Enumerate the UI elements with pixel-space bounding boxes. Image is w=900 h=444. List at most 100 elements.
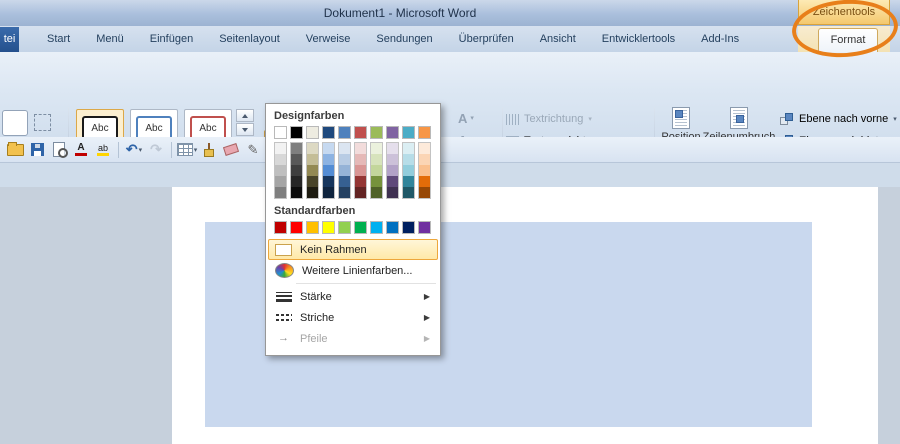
theme-color-swatch[interactable] — [322, 126, 335, 139]
tab-datei[interactable]: tei — [0, 27, 19, 52]
theme-variant-swatch[interactable] — [275, 143, 286, 154]
theme-variant-swatch[interactable] — [371, 176, 382, 187]
tab-berpr-fen[interactable]: Überprüfen — [446, 26, 527, 52]
theme-color-swatch[interactable] — [402, 126, 415, 139]
toolbar-eraser-button[interactable] — [220, 140, 242, 160]
toolbar-format-painter-button[interactable] — [198, 140, 220, 160]
theme-variant-swatch[interactable] — [275, 154, 286, 165]
theme-variant-swatch[interactable] — [339, 165, 350, 176]
theme-color-swatch[interactable] — [386, 126, 399, 139]
theme-color-swatch[interactable] — [418, 126, 431, 139]
theme-variant-swatch[interactable] — [403, 143, 414, 154]
theme-variant-swatch[interactable] — [339, 187, 350, 198]
theme-variant-swatch[interactable] — [387, 165, 398, 176]
tab-ansicht[interactable]: Ansicht — [527, 26, 589, 52]
standard-color-swatch[interactable] — [402, 221, 415, 234]
tab-verweise[interactable]: Verweise — [293, 26, 364, 52]
theme-color-swatch[interactable] — [274, 126, 287, 139]
menu-item-pfeile[interactable]: →Pfeile▶ — [268, 328, 438, 349]
theme-variant-swatch[interactable] — [371, 165, 382, 176]
theme-variant-swatch[interactable] — [355, 143, 366, 154]
theme-variant-swatch[interactable] — [291, 165, 302, 176]
theme-variant-swatch[interactable] — [371, 154, 382, 165]
theme-color-swatch[interactable] — [354, 126, 367, 139]
theme-variant-swatch[interactable] — [339, 154, 350, 165]
theme-variant-swatch[interactable] — [323, 176, 334, 187]
standard-color-swatch[interactable] — [418, 221, 431, 234]
theme-variant-swatch[interactable] — [403, 165, 414, 176]
theme-variant-swatch[interactable] — [307, 154, 318, 165]
theme-variant-swatch[interactable] — [339, 143, 350, 154]
gallery-scroll-down-button[interactable] — [236, 123, 254, 136]
theme-variant-swatch[interactable] — [419, 176, 430, 187]
theme-variant-swatch[interactable] — [323, 143, 334, 154]
theme-variant-swatch[interactable] — [339, 176, 350, 187]
theme-variant-swatch[interactable] — [387, 143, 398, 154]
theme-variant-swatch[interactable] — [355, 187, 366, 198]
theme-color-swatch[interactable] — [338, 126, 351, 139]
tab-format-active[interactable]: Format — [818, 28, 878, 53]
standard-color-swatch[interactable] — [354, 221, 367, 234]
theme-variant-swatch[interactable] — [291, 187, 302, 198]
toolbar-font-color-button[interactable] — [70, 140, 92, 160]
theme-variant-swatch[interactable] — [355, 165, 366, 176]
tab-seitenlayout[interactable]: Seitenlayout — [206, 26, 293, 52]
theme-variant-swatch[interactable] — [291, 143, 302, 154]
theme-variant-swatch[interactable] — [275, 187, 286, 198]
theme-variant-swatch[interactable] — [371, 143, 382, 154]
bring-forward-button[interactable]: Ebene nach vorne ▾ — [780, 109, 897, 129]
toolbar-pencil-button[interactable] — [242, 140, 264, 160]
menu-item-weitere-linienfarben[interactable]: Weitere Linienfarben... — [268, 260, 438, 281]
theme-variant-swatch[interactable] — [403, 187, 414, 198]
theme-variant-swatch[interactable] — [291, 176, 302, 187]
standard-color-swatch[interactable] — [322, 221, 335, 234]
theme-variant-swatch[interactable] — [307, 187, 318, 198]
tab-entwicklertools[interactable]: Entwicklertools — [589, 26, 688, 52]
theme-color-swatch[interactable] — [290, 126, 303, 139]
theme-variant-swatch[interactable] — [291, 154, 302, 165]
tab-start[interactable]: Start — [34, 26, 83, 52]
theme-variant-swatch[interactable] — [387, 176, 398, 187]
toolbar-undo-button[interactable]: ▾ — [123, 140, 145, 160]
theme-variant-swatch[interactable] — [323, 187, 334, 198]
menu-item-kein-rahmen[interactable]: Kein Rahmen — [268, 239, 438, 260]
theme-variant-swatch[interactable] — [419, 165, 430, 176]
toolbar-insert-table-button[interactable]: ▾ — [176, 140, 198, 160]
tab-men[interactable]: Menü — [83, 26, 137, 52]
menu-item-striche[interactable]: Striche▶ — [268, 307, 438, 328]
theme-variant-swatch[interactable] — [307, 165, 318, 176]
theme-color-swatch[interactable] — [306, 126, 319, 139]
theme-variant-swatch[interactable] — [419, 143, 430, 154]
theme-variant-swatch[interactable] — [275, 165, 286, 176]
shapes-gallery-icon[interactable] — [2, 110, 28, 136]
toolbar-print-preview-button[interactable] — [48, 140, 70, 160]
theme-variant-swatch[interactable] — [307, 176, 318, 187]
theme-variant-swatch[interactable] — [387, 187, 398, 198]
theme-variant-swatch[interactable] — [403, 176, 414, 187]
theme-variant-swatch[interactable] — [419, 154, 430, 165]
text-direction-button[interactable]: Textrichtung ▾ — [506, 109, 592, 129]
select-objects-icon[interactable] — [34, 114, 51, 131]
menu-item-st-rke[interactable]: Stärke▶ — [268, 286, 438, 307]
toolbar-open-folder-button[interactable] — [4, 140, 26, 160]
theme-variant-swatch[interactable] — [355, 154, 366, 165]
theme-variant-swatch[interactable] — [275, 176, 286, 187]
theme-variant-swatch[interactable] — [419, 187, 430, 198]
theme-variant-swatch[interactable] — [403, 154, 414, 165]
toolbar-redo-button[interactable] — [145, 140, 167, 160]
theme-variant-swatch[interactable] — [323, 154, 334, 165]
standard-color-swatch[interactable] — [290, 221, 303, 234]
gallery-scroll-up-button[interactable] — [236, 109, 254, 122]
toolbar-save-button[interactable] — [26, 140, 48, 160]
tab-add-ins[interactable]: Add-Ins — [688, 26, 752, 52]
toolbar-text-highlight-button[interactable] — [92, 140, 114, 160]
tab-einf-gen[interactable]: Einfügen — [137, 26, 206, 52]
theme-color-swatch[interactable] — [370, 126, 383, 139]
standard-color-swatch[interactable] — [306, 221, 319, 234]
tab-sendungen[interactable]: Sendungen — [363, 26, 445, 52]
standard-color-swatch[interactable] — [274, 221, 287, 234]
standard-color-swatch[interactable] — [370, 221, 383, 234]
theme-variant-swatch[interactable] — [387, 154, 398, 165]
text-fill-button[interactable]: A▾ — [458, 108, 494, 128]
theme-variant-swatch[interactable] — [371, 187, 382, 198]
